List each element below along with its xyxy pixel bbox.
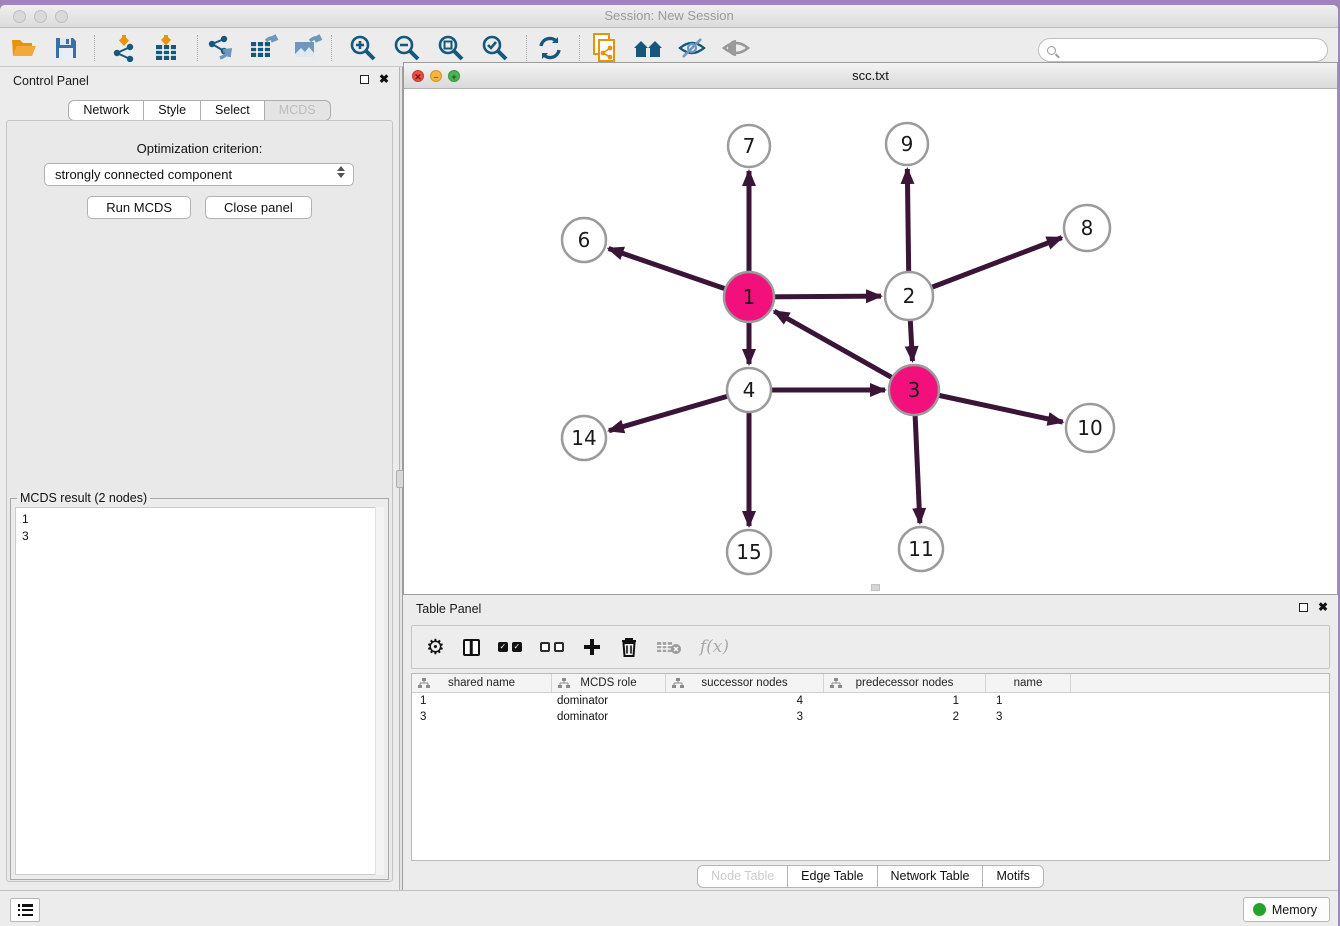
float-panel-icon[interactable] bbox=[360, 75, 369, 84]
select-all-icon[interactable]: ✓✓ bbox=[498, 634, 522, 660]
graph-node-label-9: 9 bbox=[901, 132, 914, 156]
float-table-panel-icon[interactable] bbox=[1299, 603, 1308, 612]
chevron-updown-icon bbox=[337, 166, 345, 178]
tree-icon bbox=[672, 678, 684, 692]
control-panel-tabs: Network Style Select MCDS bbox=[0, 100, 399, 121]
split-columns-icon[interactable] bbox=[463, 634, 480, 660]
gear-icon[interactable]: ⚙ bbox=[426, 634, 445, 660]
run-mcds-button[interactable]: Run MCDS bbox=[87, 196, 191, 219]
result-scrollbar[interactable] bbox=[375, 507, 384, 875]
memory-status-icon bbox=[1253, 903, 1266, 916]
tab-mcds[interactable]: MCDS bbox=[265, 100, 331, 121]
table-panel: Table Panel ✖ ⚙ ✓✓ f(x) bbox=[403, 595, 1338, 890]
network-graph: 7 9 6 8 1 2 4 3 14 10 15 11 bbox=[404, 89, 1337, 595]
optimization-criterion-value: strongly connected component bbox=[55, 167, 232, 182]
column-header-shared-name[interactable]: shared name bbox=[412, 674, 552, 692]
table-tabs: Node Table Edge Table Network Table Moti… bbox=[403, 865, 1338, 888]
column-header-name[interactable]: name bbox=[986, 674, 1071, 692]
tree-icon bbox=[558, 678, 570, 692]
tab-edge-table[interactable]: Edge Table bbox=[788, 865, 877, 888]
search-icon bbox=[1047, 46, 1056, 55]
memory-button[interactable]: Memory bbox=[1243, 897, 1330, 922]
table-header-row: shared name MCDS role successor nodes pr… bbox=[412, 674, 1329, 693]
tab-network-table[interactable]: Network Table bbox=[878, 865, 984, 888]
tree-icon bbox=[830, 678, 842, 692]
duplicate-network-icon[interactable] bbox=[587, 33, 623, 63]
table-panel-title: Table Panel bbox=[416, 602, 481, 616]
tree-icon bbox=[418, 678, 430, 692]
function-builder-icon: f(x) bbox=[700, 634, 729, 660]
refresh-icon[interactable] bbox=[532, 33, 568, 63]
tab-node-table[interactable]: Node Table bbox=[697, 865, 788, 888]
search-input[interactable] bbox=[1056, 43, 1327, 57]
export-table-icon[interactable] bbox=[246, 33, 282, 63]
optimization-criterion-select[interactable]: strongly connected component bbox=[44, 163, 354, 186]
close-panel-button[interactable]: Close panel bbox=[205, 196, 312, 219]
graph-node-label-15: 15 bbox=[736, 540, 761, 564]
zoom-in-icon[interactable] bbox=[345, 33, 381, 63]
show-all-icon[interactable] bbox=[718, 33, 754, 63]
control-panel: Control Panel ✖ Network Style Select MCD… bbox=[0, 67, 400, 890]
zoom-fit-icon[interactable] bbox=[433, 33, 469, 63]
node-table[interactable]: shared name MCDS role successor nodes pr… bbox=[411, 673, 1330, 861]
table-row[interactable]: 3 dominator 3 2 3 bbox=[412, 709, 1329, 725]
graph-node-label-14: 14 bbox=[571, 426, 596, 450]
graph-node-label-7: 7 bbox=[743, 134, 756, 158]
open-folder-icon[interactable] bbox=[6, 33, 42, 63]
memory-label: Memory bbox=[1272, 903, 1317, 917]
graph-node-label-8: 8 bbox=[1081, 216, 1094, 240]
list-icon bbox=[18, 904, 33, 916]
network-canvas[interactable]: 7 9 6 8 1 2 4 3 14 10 15 11 bbox=[404, 89, 1337, 594]
network-window: ✕ – + scc.txt 7 9 6 8 1 2 4 3 14 10 15 11 bbox=[403, 62, 1338, 595]
delete-table-icon bbox=[656, 634, 682, 660]
mcds-result-fieldset: MCDS result (2 nodes) 1 3 bbox=[10, 498, 389, 880]
deselect-all-icon[interactable] bbox=[540, 634, 564, 660]
export-image-icon[interactable] bbox=[290, 33, 326, 63]
tab-select[interactable]: Select bbox=[201, 100, 265, 121]
title-bar: Session: New Session bbox=[0, 5, 1338, 28]
delete-icon[interactable] bbox=[620, 634, 638, 660]
table-row[interactable]: 1 dominator 4 1 1 bbox=[412, 693, 1329, 709]
graph-node-label-1: 1 bbox=[743, 285, 756, 309]
graph-node-label-3: 3 bbox=[908, 378, 921, 402]
status-bar: Memory bbox=[0, 890, 1338, 926]
column-header-predecessor-nodes[interactable]: predecessor nodes bbox=[824, 674, 986, 692]
network-window-title: scc.txt bbox=[404, 68, 1337, 83]
task-history-button[interactable] bbox=[10, 898, 40, 922]
column-header-successor-nodes[interactable]: successor nodes bbox=[666, 674, 824, 692]
save-icon[interactable] bbox=[48, 33, 84, 63]
mcds-result-text[interactable]: 1 3 bbox=[15, 507, 384, 875]
tab-style[interactable]: Style bbox=[144, 100, 201, 121]
optimization-criterion-label: Optimization criterion: bbox=[0, 141, 399, 156]
graph-node-label-2: 2 bbox=[903, 284, 916, 308]
search-field[interactable] bbox=[1038, 38, 1328, 62]
column-header-mcds-role[interactable]: MCDS role bbox=[552, 674, 666, 692]
zoom-out-icon[interactable] bbox=[389, 33, 425, 63]
tab-motifs[interactable]: Motifs bbox=[983, 865, 1043, 888]
first-neighbors-icon[interactable] bbox=[630, 33, 666, 63]
graph-node-label-4: 4 bbox=[743, 378, 756, 402]
hide-selected-icon[interactable] bbox=[674, 33, 710, 63]
close-table-panel-icon[interactable]: ✖ bbox=[1318, 602, 1328, 612]
result-line: 3 bbox=[22, 528, 377, 545]
canvas-scroll-handle[interactable] bbox=[871, 584, 880, 591]
close-panel-icon[interactable]: ✖ bbox=[379, 74, 389, 84]
import-table-icon[interactable] bbox=[148, 33, 184, 63]
graph-node-label-6: 6 bbox=[578, 228, 591, 252]
result-line: 1 bbox=[22, 511, 377, 528]
window-title: Session: New Session bbox=[0, 8, 1338, 23]
control-panel-title: Control Panel bbox=[13, 74, 89, 88]
zoom-selected-icon[interactable] bbox=[477, 33, 513, 63]
import-network-icon[interactable] bbox=[106, 33, 142, 63]
table-toolbar: ⚙ ✓✓ f(x) bbox=[411, 625, 1330, 669]
app-window: Session: New Session bbox=[0, 5, 1338, 926]
tab-network[interactable]: Network bbox=[68, 100, 144, 121]
graph-node-label-10: 10 bbox=[1077, 416, 1102, 440]
graph-node-label-11: 11 bbox=[908, 537, 933, 561]
mcds-result-title: MCDS result (2 nodes) bbox=[17, 491, 150, 505]
add-icon[interactable] bbox=[582, 634, 602, 660]
export-network-icon[interactable] bbox=[203, 33, 239, 63]
network-window-titlebar[interactable]: ✕ – + scc.txt bbox=[404, 63, 1337, 89]
